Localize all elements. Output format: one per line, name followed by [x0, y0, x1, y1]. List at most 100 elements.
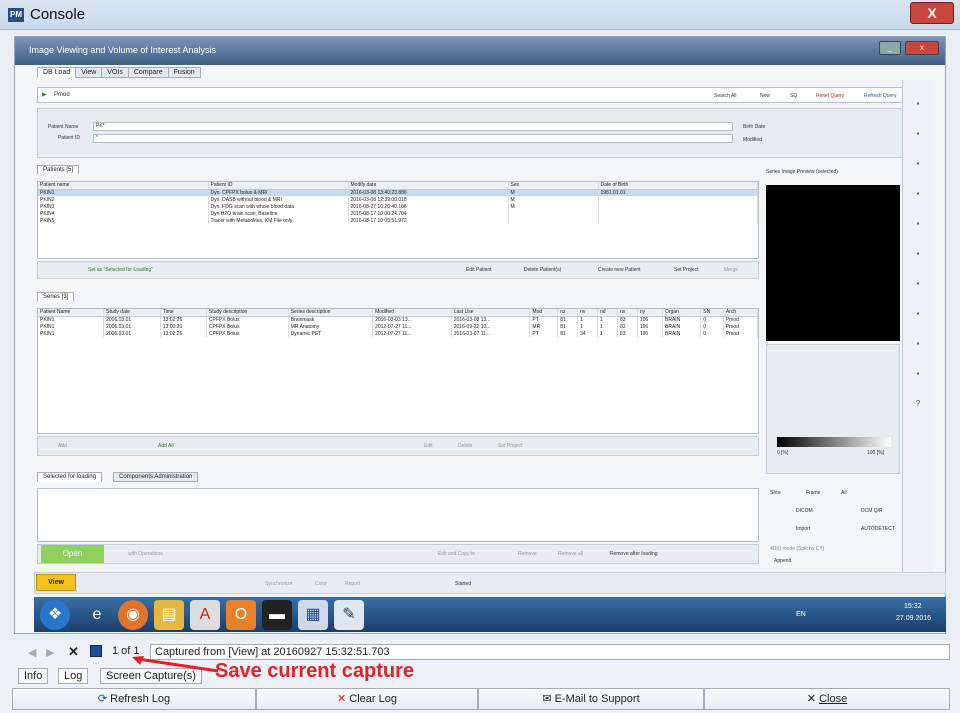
- append-button[interactable]: Append: [774, 558, 791, 564]
- table-row[interactable]: PKIN5 Tracer with Metabolites, KM File on…: [38, 217, 758, 224]
- table-row[interactable]: PKIN4 Dyn H2O brain scan, Baseline 2016-08…: [38, 210, 758, 217]
- email-support-button[interactable]: ✉ E-Mail to Support: [478, 688, 704, 710]
- col-series-header[interactable]: nv: [577, 309, 599, 317]
- col-modify-date[interactable]: Modify date: [348, 182, 509, 190]
- firefox-icon[interactable]: ◉: [118, 600, 148, 630]
- autodetect-button[interactable]: AUTODETECT: [861, 526, 895, 532]
- tab-compare[interactable]: Compare: [127, 67, 169, 78]
- remove-button[interactable]: Remove: [518, 551, 537, 557]
- next-capture-icon[interactable]: ▶: [46, 646, 54, 659]
- tab-selected-loading[interactable]: Selected for loading: [37, 472, 103, 482]
- report-button[interactable]: Report: [345, 581, 360, 587]
- new-button[interactable]: New: [760, 93, 770, 99]
- col-patient-id[interactable]: Patient ID: [208, 182, 349, 190]
- view-menu-button[interactable]: View: [36, 574, 76, 591]
- help-icon[interactable]: ?: [913, 400, 923, 408]
- folder-icon[interactable]: ▤: [154, 600, 184, 630]
- play-icon[interactable]: ▶: [42, 91, 47, 98]
- edit-copy-button[interactable]: Edit and Copy to: [438, 551, 475, 557]
- vol-mode-checkbox[interactable]: 4D(t) mode (Split by CT): [770, 546, 824, 552]
- toolbar-icon[interactable]: ▪: [913, 130, 923, 138]
- table-row[interactable]: PKIN1 2006.03.01 13:00:20 CPFPX Bolus MR Ana…: [38, 323, 759, 330]
- table-row[interactable]: PKIN1 2006.03.01 13:02:26 CPFPX Bolus Brainm…: [38, 316, 759, 323]
- tab-info[interactable]: Info: [18, 668, 49, 684]
- add-all-button[interactable]: Add All: [158, 443, 174, 449]
- col-series-header[interactable]: Modified: [372, 309, 452, 317]
- sq-button[interactable]: SQ: [790, 93, 797, 99]
- tab-vois[interactable]: VOIs: [101, 67, 129, 78]
- capture-text-field[interactable]: Captured from [View] at 20160927 15:32:5…: [150, 644, 950, 660]
- col-series-header[interactable]: Patient Name: [38, 309, 105, 317]
- all-radio[interactable]: All: [841, 490, 847, 496]
- tab-fusion[interactable]: Fusion: [167, 67, 201, 78]
- tab-db-load[interactable]: DB Load: [37, 67, 77, 78]
- col-dob[interactable]: Date of Birth: [598, 182, 758, 190]
- set-loading-button[interactable]: Set as "Selected for Loading": [88, 267, 153, 273]
- col-series-header[interactable]: Time: [160, 309, 207, 317]
- patient-name-input[interactable]: PK*: [93, 122, 733, 131]
- delete-button[interactable]: Delete: [458, 443, 472, 449]
- refresh-log-button[interactable]: ⟳ Refresh Log: [12, 688, 256, 710]
- col-series-header[interactable]: Arch: [723, 309, 759, 317]
- app-close-button[interactable]: x: [905, 41, 939, 55]
- toolbar-icon[interactable]: ▪: [913, 160, 923, 168]
- search-all-checkbox[interactable]: Search All: [714, 93, 737, 99]
- dicom-button[interactable]: DICOM: [796, 508, 813, 514]
- open-button[interactable]: Open: [41, 545, 104, 563]
- edit-patient-button[interactable]: Edit Patient: [466, 267, 492, 273]
- col-series-header[interactable]: nz: [557, 309, 579, 317]
- save-capture-icon[interactable]: [90, 645, 102, 657]
- refresh-query-button[interactable]: Refresh Query: [864, 93, 897, 99]
- tab-log[interactable]: Log: [58, 668, 89, 684]
- toolbar-icon[interactable]: ▪: [913, 280, 923, 288]
- with-operations-checkbox[interactable]: with Operations: [128, 551, 163, 557]
- table-row[interactable]: PKIN3 Dyn. FDG scan with whole blood data…: [38, 203, 758, 210]
- remove-after-checkbox[interactable]: Remove after loading: [610, 551, 658, 557]
- grayscale-bar[interactable]: [777, 437, 891, 447]
- toolbar-icon[interactable]: ▪: [913, 310, 923, 318]
- minimize-button[interactable]: _: [879, 41, 901, 55]
- db-source[interactable]: Pmod: [54, 92, 70, 98]
- add-button[interactable]: Add: [58, 443, 67, 449]
- delete-capture-icon[interactable]: ✕: [68, 644, 79, 660]
- table-row[interactable]: PKIN2 Dyn. DASB without blood & MRI 2016-0…: [38, 196, 758, 203]
- col-series-header[interactable]: ny: [637, 309, 664, 317]
- col-series-header[interactable]: Mod: [529, 309, 559, 317]
- toolbar-icon[interactable]: ▪: [913, 100, 923, 108]
- clock-date[interactable]: 27.09.2016: [896, 615, 931, 622]
- set-project-button[interactable]: Set Project: [674, 267, 698, 273]
- col-series-header[interactable]: nd: [597, 309, 618, 317]
- table-row[interactable]: PKIN1 Dyn. CPFPX bolus & MRI 2016-03-08 13…: [38, 189, 758, 196]
- delete-patient-button[interactable]: Delete Patient(s): [524, 267, 561, 273]
- clear-log-button[interactable]: ✕ Clear Log: [256, 688, 478, 710]
- edit-button[interactable]: Edit: [424, 443, 433, 449]
- toolbar-icon[interactable]: ▪: [913, 340, 923, 348]
- tab-view[interactable]: View: [75, 67, 103, 78]
- tab-components-admin[interactable]: Components Administration: [113, 472, 199, 482]
- reset-query-button[interactable]: Reset Query: [816, 93, 844, 99]
- language-indicator[interactable]: EN: [796, 611, 806, 618]
- toolbar-icon[interactable]: ▪: [913, 250, 923, 258]
- merge-button[interactable]: Merge: [724, 267, 738, 273]
- dcm-qr-button[interactable]: DCM Q/R: [861, 508, 883, 514]
- color-checkbox[interactable]: Color: [315, 581, 327, 587]
- col-series-header[interactable]: Study date: [103, 309, 161, 317]
- acrobat-icon[interactable]: A: [190, 600, 220, 630]
- frame-radio[interactable]: Frame: [806, 490, 820, 496]
- remove-all-button[interactable]: Remove all: [558, 551, 583, 557]
- ie-icon[interactable]: e: [82, 600, 112, 630]
- slice-checkbox[interactable]: Slice: [770, 490, 781, 496]
- toolbar-icon[interactable]: ▪: [913, 220, 923, 228]
- patients-tab[interactable]: Patients [5]: [37, 165, 80, 175]
- create-patient-button[interactable]: Create new Patient: [598, 267, 641, 273]
- loading-list[interactable]: [37, 488, 759, 542]
- import-button[interactable]: Import: [796, 526, 810, 532]
- outlook-icon[interactable]: O: [226, 600, 256, 630]
- col-series-header[interactable]: Study description: [206, 309, 289, 317]
- col-series-header[interactable]: Series description: [288, 309, 374, 317]
- start-icon[interactable]: ❖: [40, 600, 70, 630]
- terminal-icon[interactable]: ▬: [262, 600, 292, 630]
- close-button[interactable]: ✕ Close: [704, 688, 950, 710]
- preview-label[interactable]: Series Image Preview (selected): [766, 169, 838, 175]
- notepad-icon[interactable]: ✎: [334, 600, 364, 630]
